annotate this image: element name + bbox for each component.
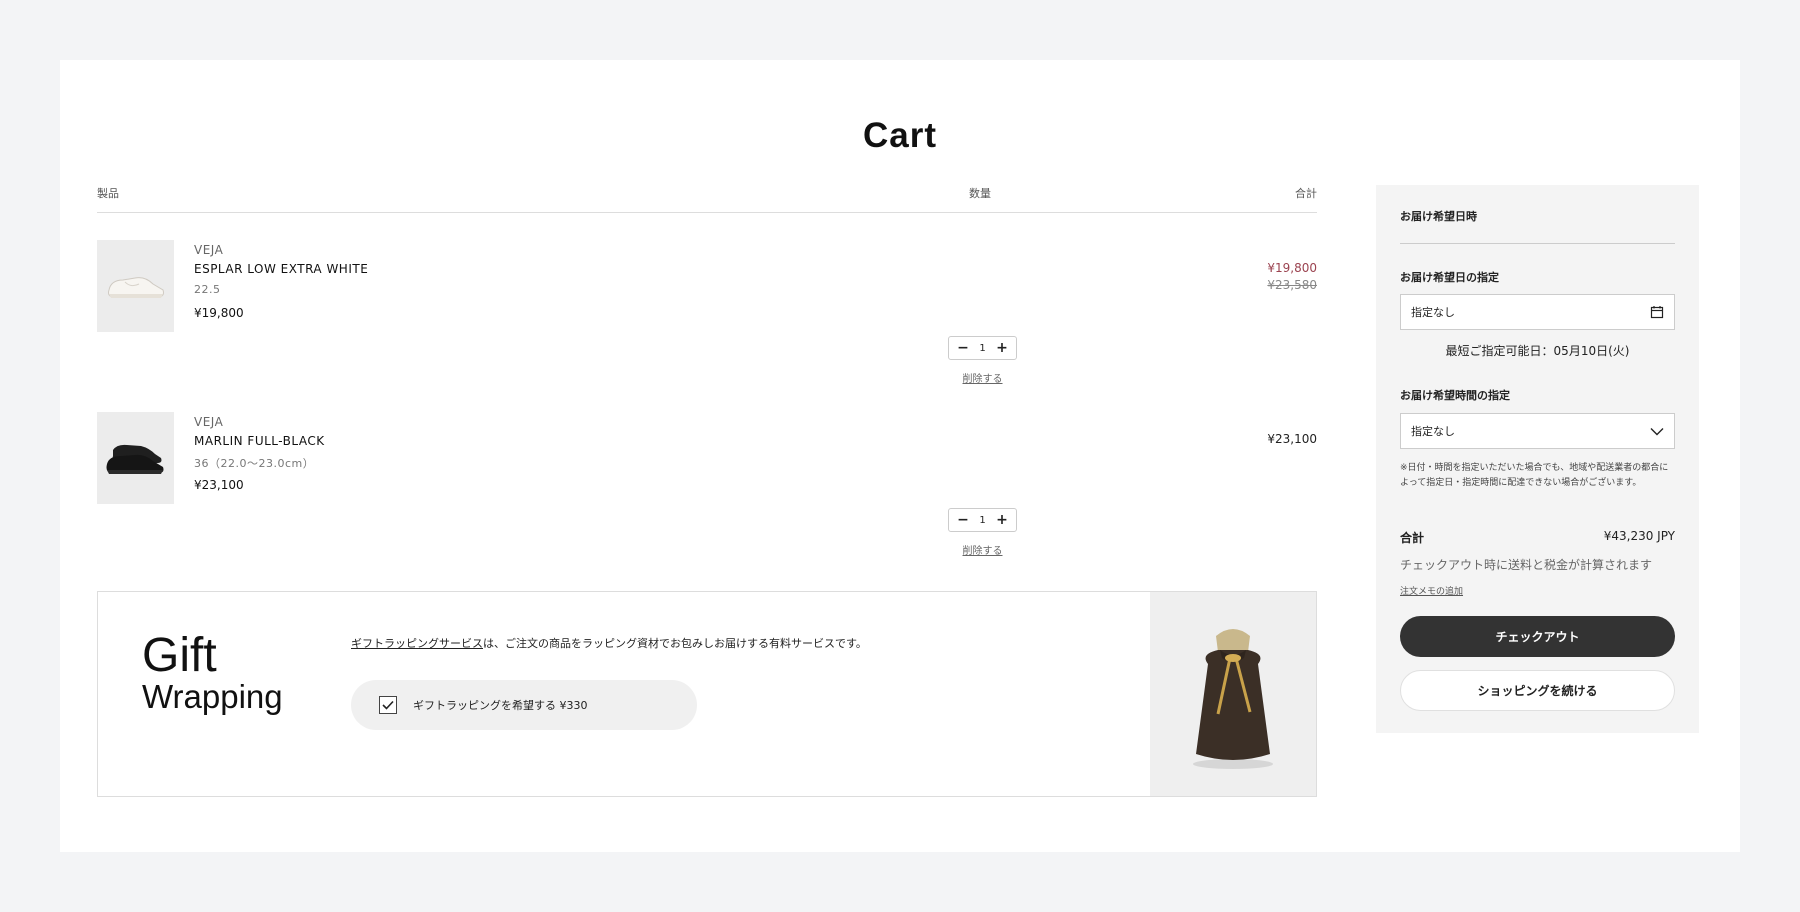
cart-item: VEJA MARLIN FULL-BLACK 36（22.0〜23.0cm） ¥…	[97, 412, 1317, 562]
remove-link[interactable]: 削除する	[948, 370, 1017, 385]
gift-description-text: は、ご注文の商品をラッピング資材でお包みしお届けする有料サービスです。	[483, 637, 867, 650]
delivery-note: ※日付・時間を指定いただいた場合でも、地域や配送業者の都合によって指定日・指定時…	[1400, 463, 1669, 488]
product-variant: 22.5	[194, 283, 221, 296]
delivery-date-field[interactable]: 指定なし	[1400, 294, 1675, 330]
total-label: 合計	[1400, 531, 1425, 545]
header-divider	[97, 212, 1317, 213]
remove-link[interactable]: 削除する	[948, 542, 1017, 557]
delivery-time-value: 指定なし	[1411, 425, 1455, 438]
plus-icon[interactable]: +	[996, 341, 1008, 355]
gift-checkbox-label: ギフトラッピングを希望する ¥330	[413, 699, 588, 712]
continue-shopping-button[interactable]: ショッピングを続ける	[1400, 670, 1675, 711]
delivery-date-value: 指定なし	[1411, 306, 1455, 319]
column-header-quantity: 数量	[969, 187, 991, 200]
gift-wrapping-section: Gift Wrapping ギフトラッピングサービスは、ご注文の商品をラッピング…	[97, 591, 1317, 797]
check-icon	[382, 700, 394, 710]
line-total-original: ¥23,580	[1267, 278, 1317, 292]
delivery-date-label: お届け希望日の指定	[1400, 271, 1499, 284]
gift-checkbox[interactable]	[379, 696, 397, 714]
quantity-value[interactable]: 1	[979, 343, 985, 354]
cart-item: VEJA ESPLAR LOW EXTRA WHITE 22.5 ¥19,800…	[97, 240, 1317, 390]
line-total: ¥23,100	[1267, 432, 1317, 446]
quantity-value[interactable]: 1	[979, 515, 985, 526]
chevron-down-icon	[1650, 427, 1664, 435]
black-sneaker-icon[interactable]	[97, 412, 174, 504]
order-summary-sidebar: お届け希望日時 お届け希望日の指定 指定なし 最短ご指定可能日：05月10日(火…	[1376, 185, 1699, 733]
gift-wrapping-option[interactable]: ギフトラッピングを希望する ¥330	[351, 680, 697, 730]
delivery-heading: お届け希望日時	[1400, 210, 1477, 223]
delivery-time-select[interactable]: 指定なし	[1400, 413, 1675, 449]
add-order-note-link[interactable]: 注文メモの追加	[1400, 584, 1463, 597]
product-name[interactable]: ESPLAR LOW EXTRA WHITE	[194, 262, 368, 276]
gift-title-line1: Gift	[142, 629, 217, 682]
gift-service-link[interactable]: ギフトラッピングサービス	[351, 637, 483, 650]
delivery-time-label: お届け希望時間の指定	[1400, 389, 1510, 402]
column-header-total: 合計	[1295, 187, 1317, 200]
minus-icon[interactable]: −	[957, 513, 969, 527]
earliest-date-text: 最短ご指定可能日：05月10日(火)	[1445, 344, 1630, 358]
product-unit-price: ¥19,800	[194, 306, 244, 320]
product-brand: VEJA	[194, 243, 224, 257]
calendar-icon[interactable]	[1650, 305, 1664, 319]
plus-icon[interactable]: +	[996, 513, 1008, 527]
tax-note: チェックアウト時に送料と税金が計算されます	[1400, 558, 1653, 572]
white-sneaker-icon[interactable]	[97, 240, 174, 332]
column-header-product: 製品	[97, 187, 119, 200]
quantity-stepper: − 1 +	[948, 336, 1017, 360]
gift-bag-icon	[1150, 592, 1316, 796]
quantity-stepper: − 1 +	[948, 508, 1017, 532]
product-unit-price: ¥23,100	[194, 478, 244, 492]
product-brand: VEJA	[194, 415, 224, 429]
sidebar-divider	[1400, 243, 1675, 244]
checkout-button[interactable]: チェックアウト	[1400, 616, 1675, 657]
gift-title-line2: Wrapping	[142, 678, 283, 715]
line-total-sale: ¥19,800	[1267, 261, 1317, 275]
page-title: Cart	[862, 116, 938, 155]
gift-description: ギフトラッピングサービスは、ご注文の商品をラッピング資材でお包みしお届けする有料…	[351, 635, 867, 651]
product-name[interactable]: MARLIN FULL-BLACK	[194, 434, 325, 448]
product-variant: 36（22.0〜23.0cm）	[194, 457, 315, 470]
cart-panel: Cart 製品 数量 合計 VEJA ESPLAR LOW EXTRA WHIT…	[60, 60, 1740, 852]
total-value: ¥43,230 JPY	[1603, 529, 1675, 543]
minus-icon[interactable]: −	[957, 341, 969, 355]
